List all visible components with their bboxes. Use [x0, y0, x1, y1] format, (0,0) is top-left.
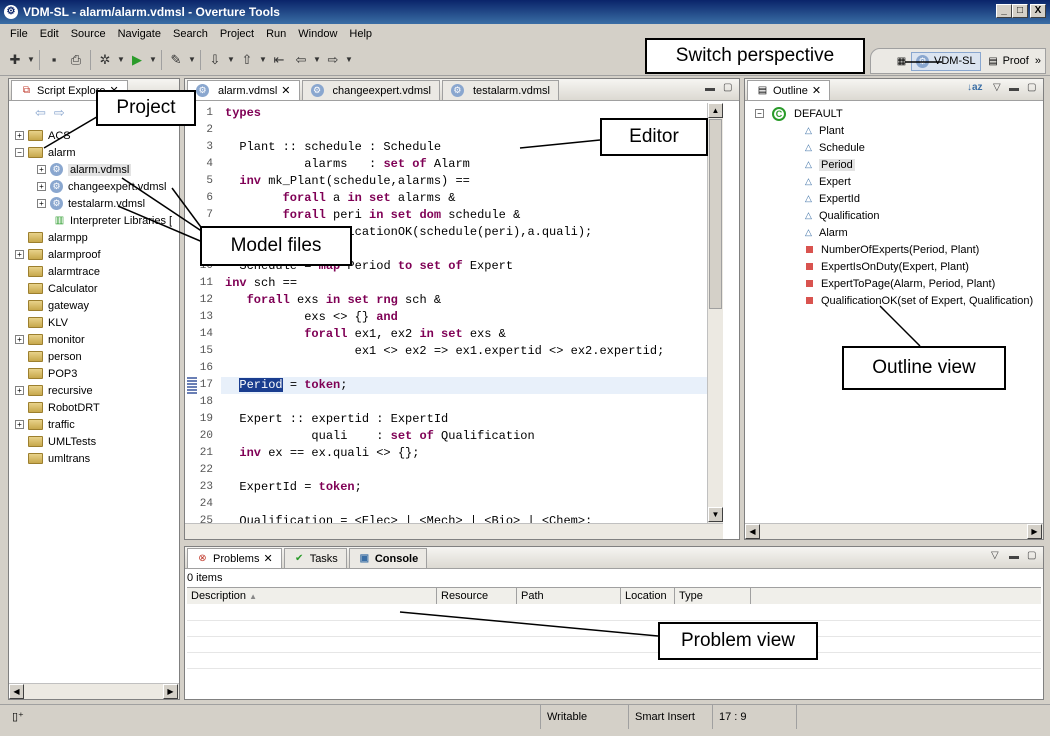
callout-line-outline [879, 305, 921, 347]
callout-line-problem [399, 611, 659, 637]
callout-model-files: Model files [200, 226, 352, 266]
callout-line-model-1 [121, 177, 213, 239]
callout-editor: Editor [600, 118, 708, 156]
callout-project: Project [96, 90, 196, 126]
callout-problem-view: Problem view [658, 622, 818, 660]
callout-line-model-3 [117, 205, 213, 247]
callout-outline-view: Outline view [842, 346, 1006, 390]
callout-switch-perspective: Switch perspective [645, 38, 865, 74]
callout-line-editor [519, 139, 601, 149]
